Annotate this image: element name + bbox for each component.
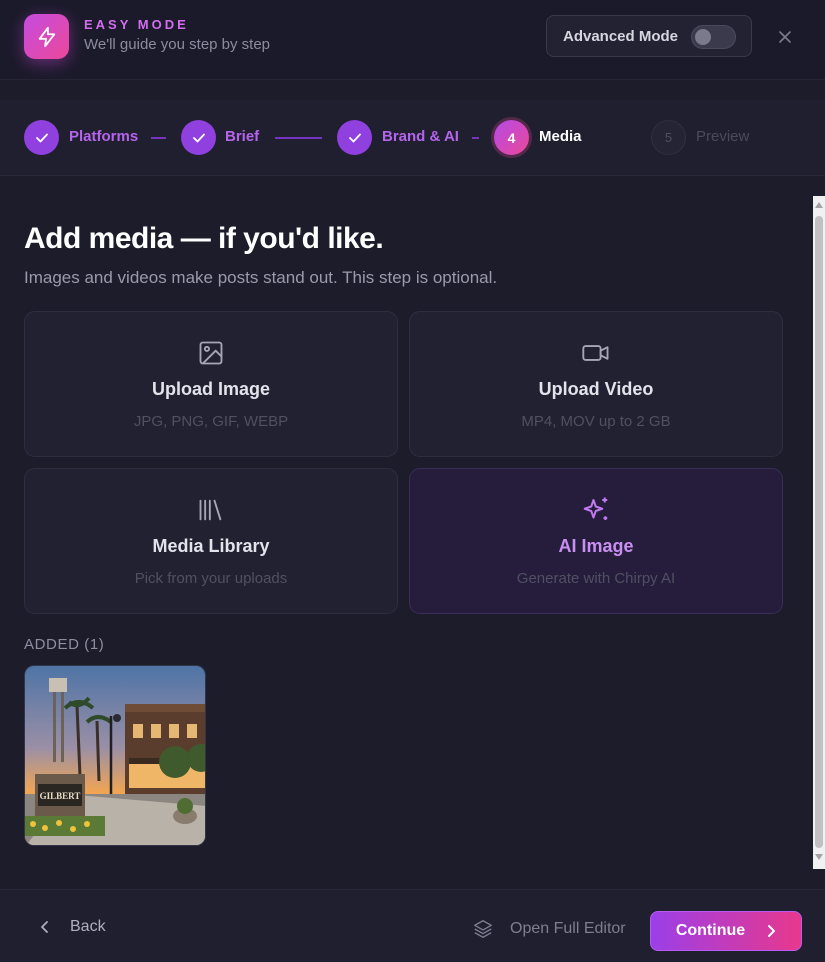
open-full-editor-button[interactable]: Open Full Editor xyxy=(472,918,626,940)
scrollbar[interactable] xyxy=(813,196,825,869)
scroll-up-arrow-icon[interactable] xyxy=(815,200,823,210)
added-media-thumbnail[interactable]: GILBERT xyxy=(24,665,206,846)
page-title: Add media — if you'd like. xyxy=(24,222,384,255)
stepper: Platforms Brief Brand & AI 4 Media 5 Pre… xyxy=(0,100,825,176)
scrollbar-thumb[interactable] xyxy=(815,216,823,848)
upload-image-card[interactable]: Upload Image JPG, PNG, GIF, WEBP xyxy=(24,311,398,457)
ai-image-title: AI Image xyxy=(558,536,634,556)
upload-video-desc: MP4, MOV up to 2 GB xyxy=(521,413,671,430)
image-icon xyxy=(197,339,225,367)
sparkles-icon xyxy=(581,496,611,524)
step-label-preview: Preview xyxy=(696,128,750,145)
toggle-knob xyxy=(695,29,711,45)
chevron-right-icon xyxy=(768,925,776,937)
step-4-number[interactable]: 4 xyxy=(494,120,529,155)
step-1-check-icon[interactable] xyxy=(24,120,59,155)
step-connector xyxy=(275,137,322,139)
step-label-brand-ai[interactable]: Brand & AI xyxy=(382,128,459,145)
media-library-card[interactable]: Media Library Pick from your uploads xyxy=(24,468,398,614)
gilbert-sign-text: GILBERT xyxy=(40,791,81,801)
step-5-number: 5 xyxy=(651,120,686,155)
close-icon[interactable] xyxy=(772,24,798,50)
step-label-platforms[interactable]: Platforms xyxy=(69,128,138,145)
step-label-brief[interactable]: Brief xyxy=(225,128,259,145)
media-library-desc: Pick from your uploads xyxy=(134,570,288,587)
upload-image-desc: JPG, PNG, GIF, WEBP xyxy=(133,413,289,430)
scroll-down-arrow-icon[interactable] xyxy=(815,852,823,862)
added-media-heading: ADDED (1) xyxy=(24,636,105,653)
upload-video-title: Upload Video xyxy=(538,379,654,399)
library-icon xyxy=(197,496,225,524)
upload-video-card[interactable]: Upload Video MP4, MOV up to 2 GB xyxy=(409,311,783,457)
upload-image-title: Upload Image xyxy=(151,379,271,399)
page-subtitle: Images and videos make posts stand out. … xyxy=(24,268,498,287)
step-label-media[interactable]: Media xyxy=(539,128,582,145)
step-3-check-icon[interactable] xyxy=(337,120,372,155)
advanced-mode-toggle[interactable]: Advanced Mode xyxy=(546,15,752,57)
layers-icon xyxy=(474,920,492,938)
footer-bar: Back Open Full Editor Continue xyxy=(0,889,825,962)
lightning-logo-icon xyxy=(24,14,69,59)
back-label: Back xyxy=(70,918,106,935)
step-2-check-icon[interactable] xyxy=(181,120,216,155)
advanced-mode-label: Advanced Mode xyxy=(563,27,679,45)
toggle-switch[interactable] xyxy=(691,25,736,49)
step-connector xyxy=(472,137,479,139)
step-connector xyxy=(151,137,166,139)
top-header: EASY MODE We'll guide you step by step A… xyxy=(0,0,825,80)
mode-title: EASY MODE xyxy=(84,17,189,32)
ai-image-desc: Generate with Chirpy AI xyxy=(516,570,676,587)
media-library-title: Media Library xyxy=(152,536,270,556)
mode-subtitle: We'll guide you step by step xyxy=(84,36,271,53)
back-button[interactable]: Back xyxy=(40,918,106,936)
continue-label: Continue xyxy=(675,922,746,939)
open-full-editor-label: Open Full Editor xyxy=(510,920,626,937)
video-icon xyxy=(581,339,611,367)
continue-button[interactable]: Continue xyxy=(650,911,802,951)
ai-image-card[interactable]: AI Image Generate with Chirpy AI xyxy=(409,468,783,614)
chevron-left-icon xyxy=(41,921,48,933)
